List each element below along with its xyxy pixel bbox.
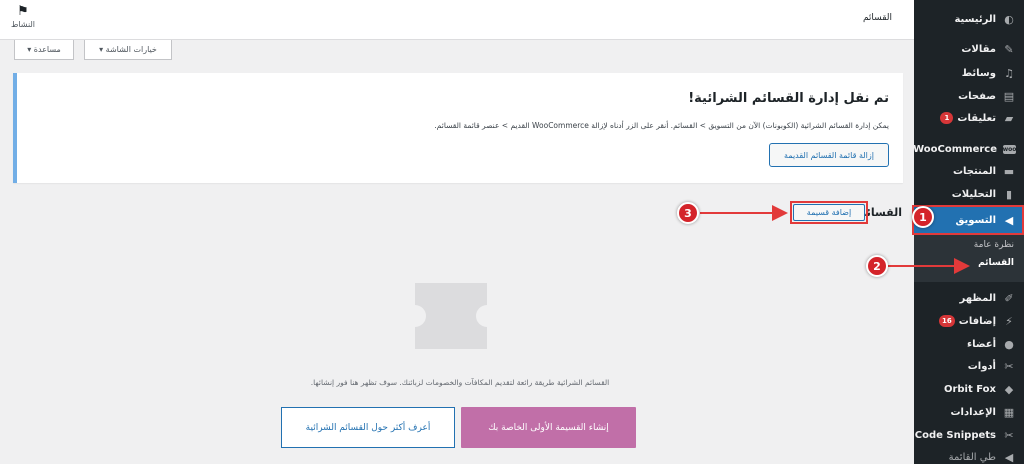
settings-icon: ▦ [1003,405,1015,419]
woo-icon: woo [1002,144,1017,154]
plugin-icon: ⚡ [1005,314,1013,328]
submenu-item-overview[interactable]: نظرة عامة [974,240,1014,250]
dashboard-icon: ◐ [1004,12,1014,26]
sidebar-item-label: التحليلات [951,188,996,200]
learn-more-coupons-button[interactable]: أعرف أكثر حول القسائم الشرائية [281,407,455,448]
sidebar-item-label: مقالات [961,43,996,55]
media-icon: ♫ [1004,66,1014,80]
sidebar-item-label: أدوات [967,360,996,372]
sidebar-item-label: تعليقات [957,112,996,124]
sidebar-item-label: إضافات [958,315,996,327]
sidebar-item-orbit-fox[interactable]: Orbit Fox ◆ [914,378,1024,400]
plugins-update-badge: 16 [939,315,955,327]
marketing-submenu: نظرة عامة القسائم [914,234,1024,282]
pin-icon: ✎ [1004,42,1014,56]
migration-notice: تم نقل إدارة القسائم الشرائية! يمكن إدار… [13,73,903,183]
annotation-marker-2: 2 [866,255,888,277]
sidebar-item-label: صفحات [958,90,996,102]
sidebar-item-plugins[interactable]: 16 إضافات ⚡ [914,310,1024,332]
sidebar-item-label: WooCommerce [913,143,997,155]
sidebar-item-pages[interactable]: صفحات ▤ [914,85,1024,107]
chart-icon: ▮ [1005,187,1013,201]
sidebar-item-label: أعضاء [967,338,996,350]
sidebar-item-comments[interactable]: 1 تعليقات ▰ [914,107,1024,129]
collapse-icon: ◀ [1004,450,1014,464]
screen-options-button[interactable]: خيارات الشاشة ▾ [84,40,172,60]
submenu-item-coupons[interactable]: القسائم [978,258,1014,268]
empty-state-text: القسائم الشرائية طريقة رائعة لتقديم المك… [310,378,610,387]
remove-legacy-menu-button[interactable]: إزالة قائمة القسائم القديمة [769,143,889,167]
sidebar-item-label: طي القائمة [948,451,996,463]
sidebar-item-label: Orbit Fox [943,383,996,395]
wrench-icon: ✂ [1004,359,1014,373]
page-icon: ▤ [1003,89,1015,103]
annotation-arrows [700,205,970,274]
help-tab-button[interactable]: مساعدة ▾ [14,40,74,60]
sidebar-item-label: الرئيسية [954,13,996,25]
user-icon: ● [1004,337,1014,351]
page-title: القسائم [862,13,892,23]
comments-count-badge: 1 [940,112,954,124]
sidebar-item-media[interactable]: وسائط ♫ [914,62,1024,84]
sidebar-item-dashboard[interactable]: الرئيسية ◐ [914,8,1024,30]
sidebar-item-code-snippets[interactable]: Code Snippets ✂ [914,424,1024,446]
sidebar-item-woocommerce[interactable]: WooCommerce woo [913,138,1024,160]
sidebar-item-posts[interactable]: مقالات ✎ [914,38,1024,60]
sidebar-item-label: وسائط [961,67,996,79]
sidebar-item-label: المنتجات [952,165,996,177]
sidebar-item-tools[interactable]: أدوات ✂ [914,355,1024,377]
sidebar-item-appearance[interactable]: المظهر ✐ [914,287,1024,309]
sidebar-item-analytics[interactable]: التحليلات ▮ [914,183,1024,205]
admin-topbar: ⚑ النشاط القسائم [0,0,914,40]
archive-icon: ▬ [1003,164,1015,178]
brush-icon: ✐ [1004,291,1014,305]
sidebar-item-label: الإعدادات [950,406,996,418]
code-icon: ✂ [1004,428,1014,442]
activity-label: النشاط [10,20,36,29]
sidebar-item-label: المظهر [959,292,996,304]
comment-icon: ▰ [1004,111,1014,125]
annotation-marker-1: 1 [912,206,934,228]
sidebar-item-products[interactable]: المنتجات ▬ [914,160,1024,182]
flag-icon: ⚑ [17,4,29,19]
sidebar-item-users[interactable]: أعضاء ● [914,333,1024,355]
annotation-marker-3: 3 [677,202,699,224]
sidebar-item-label: Code Snippets [914,429,996,441]
coupon-illustration-icon [415,283,487,349]
notice-description: يمكن إدارة القسائم الشرائية (الكوبونات) … [434,121,889,130]
activity-button[interactable]: ⚑ النشاط [6,4,40,29]
fox-icon: ◆ [1004,382,1014,396]
sidebar-item-settings[interactable]: الإعدادات ▦ [914,401,1024,423]
create-first-coupon-button[interactable]: إنشاء القسيمة الأولى الخاصة بك [461,407,636,448]
sidebar-collapse-menu[interactable]: طي القائمة ◀ [914,446,1024,464]
notice-title: تم نقل إدارة القسائم الشرائية! [688,91,889,106]
add-coupon-highlight [790,201,868,224]
